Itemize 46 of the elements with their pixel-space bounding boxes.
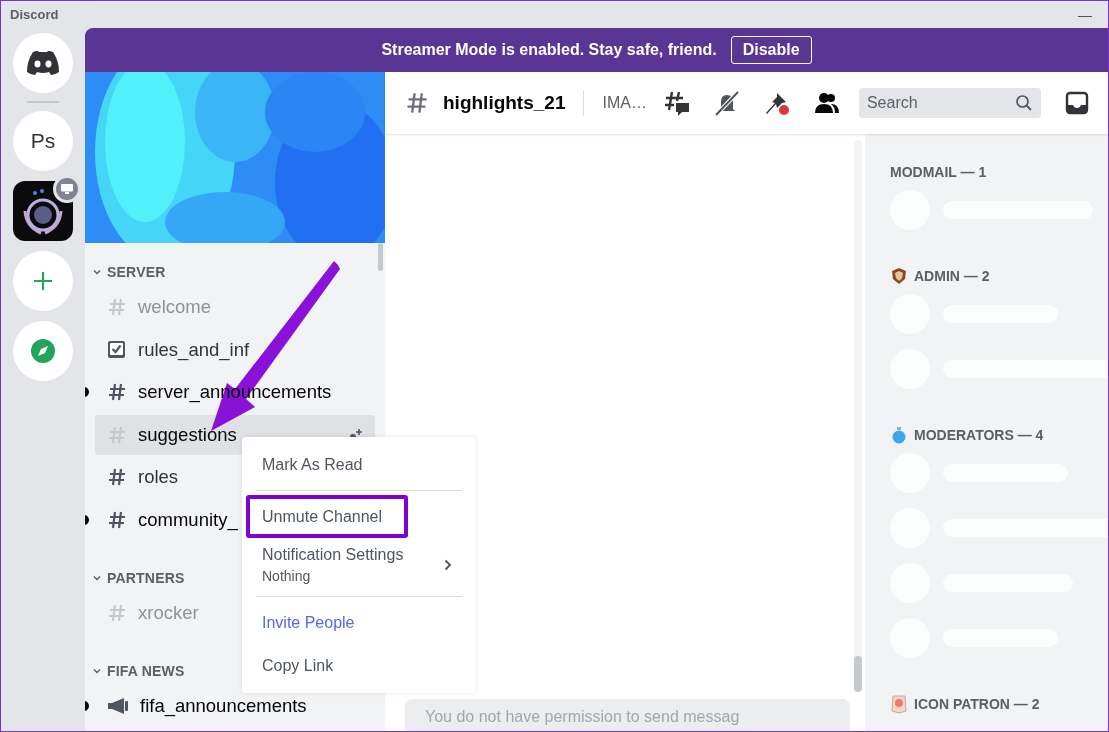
menu-item-value: Nothing — [262, 568, 312, 584]
megaphone-icon — [107, 695, 129, 716]
shield-icon — [890, 267, 908, 285]
category-header[interactable]: SERVER — [93, 261, 375, 283]
compass-icon — [30, 338, 56, 364]
search-field[interactable]: Search — [858, 88, 1041, 118]
menu-item[interactable]: Invite People — [246, 601, 472, 644]
inbox-icon[interactable] — [1064, 91, 1089, 115]
plus-icon — [32, 270, 54, 292]
window-title: Discord — [10, 7, 59, 22]
menu-item-label: Notification Settings — [262, 546, 404, 564]
search-icon — [1014, 94, 1033, 112]
role-header: ADMIN — 2 — [914, 268, 990, 284]
chevron-right-icon — [444, 559, 452, 571]
checkbox-icon — [107, 339, 127, 360]
channel-item[interactable]: rules_and_inf — [95, 329, 375, 370]
hash-icon — [107, 467, 127, 488]
chevron-down-icon — [93, 573, 101, 582]
scrollbar-thumb[interactable] — [854, 656, 862, 692]
menu-item[interactable]: Unmute Channel — [246, 495, 408, 538]
notice-text: Streamer Mode is enabled. Stay safe, friend. — [381, 41, 717, 59]
chevron-down-icon — [93, 268, 101, 276]
threads-icon[interactable] — [662, 89, 691, 117]
hash-icon — [107, 602, 127, 623]
disable-button[interactable]: Disable — [730, 36, 812, 64]
muted-bell-icon[interactable] — [712, 89, 741, 117]
potion-icon — [890, 426, 908, 444]
game-controller-icon — [26, 50, 60, 76]
hash-icon — [107, 509, 127, 530]
role-header: ICON PATRON — 2 — [914, 696, 1040, 712]
scrollbar-thumb[interactable] — [378, 243, 383, 271]
channel-item[interactable]: fifa_announcements — [95, 685, 375, 726]
hash-icon — [107, 382, 127, 403]
hash-icon — [107, 424, 127, 445]
server-button[interactable]: Ps — [13, 111, 73, 171]
hash-icon — [107, 297, 127, 317]
menu-item[interactable]: Notification Settings Nothing — [246, 538, 472, 592]
menu-item[interactable]: Copy Link — [246, 644, 472, 687]
chevron-down-icon — [93, 666, 101, 675]
minimize-button[interactable]: — — [1078, 6, 1092, 23]
hash-icon — [405, 91, 429, 115]
channel-topic[interactable]: IMA… — [602, 94, 647, 112]
channel-title: highlights_21 — [443, 92, 566, 114]
card-icon — [890, 694, 908, 714]
role-header: MODMAIL — 1 — [890, 164, 987, 180]
role-header: MODERATORS — 4 — [914, 427, 1044, 443]
